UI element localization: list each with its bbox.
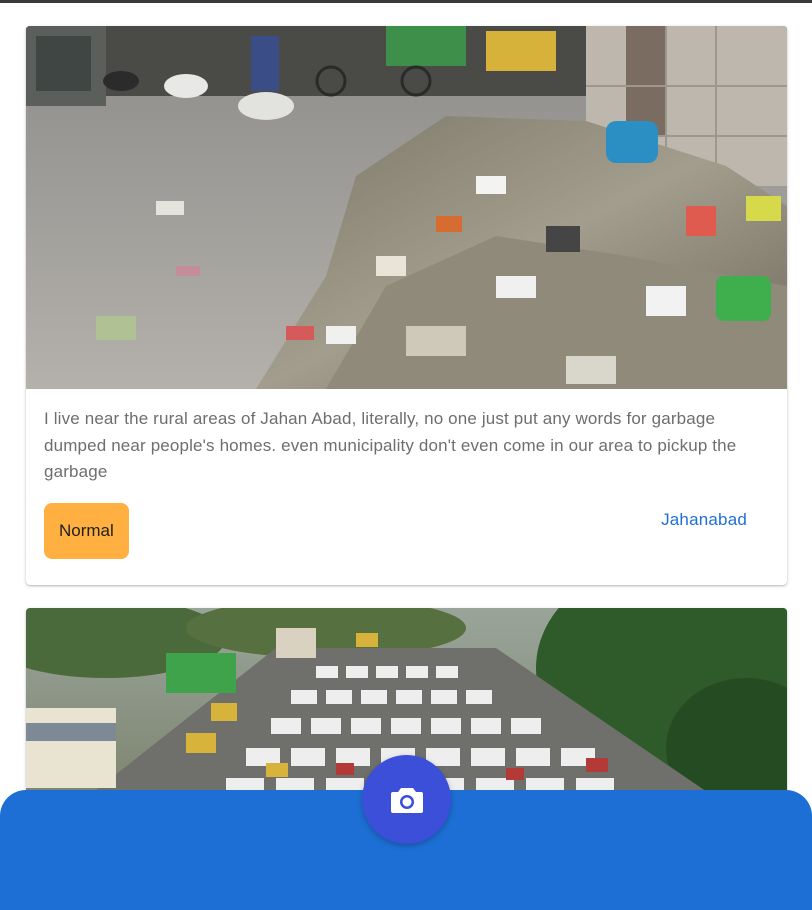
post-image[interactable] <box>26 26 787 389</box>
post-description: I live near the rural areas of Jahan Aba… <box>44 409 737 481</box>
location-link[interactable]: Jahanabad <box>661 510 747 530</box>
post-card[interactable]: I live near the rural areas of Jahan Aba… <box>26 26 787 585</box>
severity-badge[interactable]: Normal <box>44 503 129 559</box>
camera-button[interactable] <box>362 755 451 844</box>
garbage-street-image <box>26 26 787 389</box>
top-divider <box>0 0 812 3</box>
camera-icon <box>390 785 424 815</box>
post-actions: Normal Jahanabad <box>44 503 769 559</box>
